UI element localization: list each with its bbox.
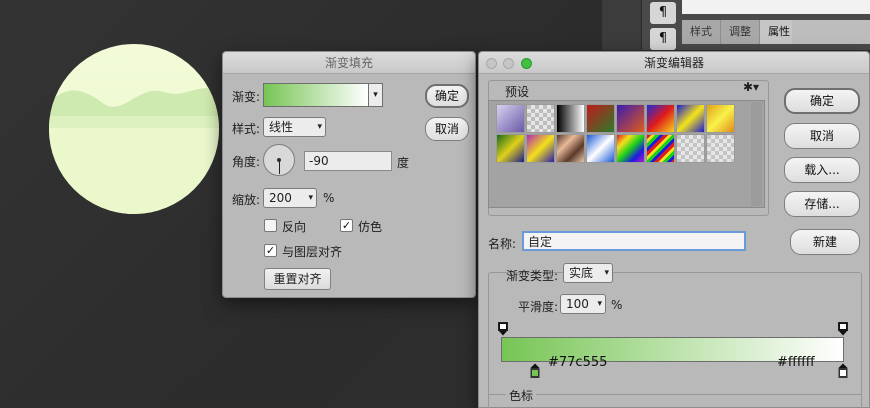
angle-unit: 度 [397, 156, 410, 170]
opacity-stop-right[interactable] [838, 322, 848, 336]
preset-swatch[interactable] [706, 134, 735, 163]
style-select-value: 线性 [269, 120, 294, 134]
preset-swatch[interactable] [646, 104, 675, 133]
tab-styles[interactable]: 样式 [682, 20, 721, 44]
align-with-layer-label: 与图层对齐 [282, 245, 343, 259]
align-with-layer-checkbox[interactable]: ✓ [264, 244, 277, 257]
chevron-down-icon: ▾ [597, 299, 602, 309]
ok-button[interactable]: 确定 [784, 88, 860, 114]
artwork-circle [49, 44, 219, 214]
chevron-down-icon: ▾ [604, 268, 609, 278]
preset-swatch[interactable] [496, 104, 525, 133]
preset-swatch[interactable] [616, 104, 645, 133]
preset-swatch[interactable] [616, 134, 645, 163]
paragraph-style-icon[interactable]: ¶ [650, 28, 676, 50]
panel-toolbar [602, 0, 642, 50]
stops-divider [488, 394, 862, 395]
preset-swatch[interactable] [526, 134, 555, 163]
gradient-type-label: 渐变类型: [506, 269, 559, 283]
preset-swatch[interactable] [586, 104, 615, 133]
new-button[interactable]: 新建 [790, 229, 860, 255]
preset-swatch[interactable] [676, 134, 705, 163]
smoothness-select[interactable]: 100 ▾ [560, 294, 606, 314]
ok-button[interactable]: 确定 [425, 84, 469, 108]
chevron-down-icon: ▾ [308, 193, 313, 203]
preset-swatch[interactable] [706, 104, 735, 133]
zoom-window-icon[interactable] [521, 58, 532, 69]
scale-select-value: 200 [269, 191, 292, 205]
presets-grid [496, 104, 736, 164]
style-select[interactable]: 线性 ▾ [263, 117, 326, 137]
smoothness-value: 100 [566, 297, 589, 311]
name-label: 名称: [488, 237, 517, 251]
scale-unit: % [323, 191, 335, 205]
panel-preview-strip [682, 0, 870, 14]
preset-swatch[interactable] [556, 134, 585, 163]
gradient-fill-dialog: 渐变填充 渐变: ▾ 样式: 线性 ▾ 角度: -90 度 缩放: 200 ▾ … [222, 51, 476, 298]
paragraph-icon[interactable]: ¶ [650, 2, 676, 24]
preset-swatch[interactable] [586, 134, 615, 163]
gradient-type-select[interactable]: 实底 ▾ [563, 263, 613, 283]
preset-swatch[interactable] [676, 104, 705, 133]
color-stop-left[interactable] [530, 363, 540, 379]
opacity-stop-left[interactable] [498, 322, 508, 336]
chevron-down-icon: ▾ [317, 122, 322, 132]
load-button[interactable]: 载入... [784, 157, 860, 183]
angle-dial[interactable] [263, 144, 295, 176]
preset-swatch[interactable] [646, 134, 675, 163]
close-window-icon[interactable] [486, 58, 497, 69]
color-stop-left-hex: #77c555 [548, 355, 608, 370]
dither-label: 仿色 [358, 220, 383, 234]
minimize-window-icon[interactable] [503, 58, 514, 69]
dialog-title: 渐变填充 [223, 52, 475, 74]
artwork-landscape [49, 87, 219, 214]
save-button[interactable]: 存储... [784, 191, 860, 217]
scale-label: 缩放: [232, 193, 261, 207]
panel-tab-bar-filler [792, 20, 870, 44]
gradient-picker-chevron-icon[interactable]: ▾ [368, 83, 383, 107]
color-stop-right-hex: #ffffff [777, 355, 815, 370]
cancel-button[interactable]: 取消 [425, 117, 469, 141]
stops-section-label: 色标 [506, 387, 537, 404]
reverse-label: 反向 [282, 220, 307, 234]
smoothness-label: 平滑度: [518, 300, 559, 314]
gear-icon[interactable]: ✱▾ [743, 80, 759, 94]
dither-checkbox[interactable]: ✓ [340, 219, 353, 232]
preset-swatch[interactable] [556, 104, 585, 133]
cancel-button[interactable]: 取消 [784, 123, 860, 149]
presets-scrollbar[interactable] [751, 102, 762, 206]
name-input[interactable]: 自定 [522, 231, 746, 251]
color-stop-right[interactable] [838, 363, 848, 379]
gradient-type-value: 实底 [569, 266, 594, 280]
angle-label: 角度: [232, 155, 261, 169]
gradient-editor-dialog: 渐变编辑器 预设 ✱▾ 确定 取消 载入... 存储... 名称: 自定 新建 … [478, 51, 870, 408]
reverse-checkbox[interactable] [264, 219, 277, 232]
scale-select[interactable]: 200 ▾ [263, 188, 317, 208]
style-label: 样式: [232, 122, 261, 136]
gradient-swatch[interactable] [263, 83, 368, 107]
reset-align-button[interactable]: 重置对齐 [264, 268, 331, 290]
smoothness-unit: % [611, 298, 623, 312]
tab-adjustments[interactable]: 调整 [721, 20, 760, 44]
angle-input[interactable]: -90 [304, 151, 392, 171]
panel-tabs: 样式 调整 属性 [682, 20, 799, 44]
preset-swatch[interactable] [526, 104, 555, 133]
gradient-label: 渐变: [232, 90, 261, 104]
preset-swatch[interactable] [496, 134, 525, 163]
editor-title: 渐变编辑器 [479, 52, 869, 74]
presets-label: 预设 [505, 85, 530, 99]
